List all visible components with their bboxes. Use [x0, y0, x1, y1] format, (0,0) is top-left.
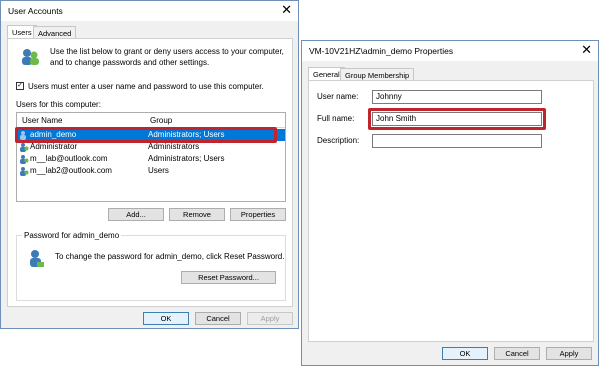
user-name: m__lab@outlook.com [30, 154, 108, 163]
column-header-username[interactable]: User Name [22, 116, 62, 125]
properties-window: VM-10V21HZ\admin_demo Properties ✕ Gener… [301, 40, 599, 366]
user-name: m__lab2@outlook.com [30, 166, 112, 175]
users-icon [22, 49, 39, 65]
user-group: Users [148, 166, 169, 175]
cancel-button[interactable]: Cancel [195, 312, 241, 325]
user-name: admin_demo [30, 130, 77, 139]
user-icon [20, 155, 29, 164]
close-icon[interactable]: ✕ [581, 43, 592, 57]
user-accounts-window: User Accounts ✕ Users Advanced Use the l… [0, 0, 299, 329]
apply-button[interactable]: Apply [247, 312, 293, 325]
title-bar: User Accounts ✕ [1, 1, 298, 21]
ok-button[interactable]: OK [143, 312, 189, 325]
cancel-button[interactable]: Cancel [494, 347, 540, 360]
window-title: User Accounts [8, 6, 63, 16]
user-icon [20, 143, 29, 152]
close-icon[interactable]: ✕ [281, 3, 292, 17]
ok-button[interactable]: OK [442, 347, 488, 360]
description-line-2: and to change passwords and other settin… [50, 58, 210, 67]
description-label: Description: [317, 136, 360, 145]
username-field[interactable]: Johnny [372, 90, 542, 104]
users-list-label: Users for this computer: [16, 100, 101, 109]
user-icon [20, 131, 26, 140]
description-field[interactable] [372, 134, 542, 148]
user-group: Administrators [148, 142, 200, 151]
table-row[interactable]: Administrator Administrators [17, 141, 285, 153]
user-key-icon [30, 250, 44, 267]
require-password-label: Users must enter a user name and passwor… [28, 82, 264, 91]
users-tab-panel: Use the list below to grant or deny user… [7, 38, 293, 307]
fullname-field[interactable]: John Smith [372, 112, 542, 126]
username-label: User name: [317, 92, 359, 101]
header-divider [17, 127, 285, 128]
password-instructions: To change the password for admin_demo, c… [55, 252, 285, 261]
description-line-1: Use the list below to grant or deny user… [50, 47, 284, 56]
table-row[interactable]: m__lab2@outlook.com Users [17, 165, 285, 177]
user-group: Administrators; Users [148, 154, 225, 163]
properties-button[interactable]: Properties [230, 208, 286, 221]
table-row[interactable]: admin_demo Administrators; Users [17, 129, 285, 141]
title-bar: VM-10V21HZ\admin_demo Properties ✕ [302, 41, 598, 61]
reset-password-button[interactable]: Reset Password... [181, 271, 276, 284]
user-icon [20, 167, 29, 176]
window-title: VM-10V21HZ\admin_demo Properties [309, 46, 454, 56]
fullname-label: Full name: [317, 114, 355, 123]
require-password-checkbox[interactable]: ✓ [16, 82, 24, 90]
apply-button[interactable]: Apply [546, 347, 592, 360]
column-header-group[interactable]: Group [150, 116, 172, 125]
general-tab-panel: User name: Johnny Full name: John Smith … [308, 80, 594, 342]
password-group-label: Password for admin_demo [22, 231, 122, 240]
password-group: Password for admin_demo To change the pa… [16, 231, 286, 301]
user-group: Administrators; Users [148, 130, 225, 139]
user-name: Administrator [30, 142, 78, 151]
remove-user-button[interactable]: Remove [169, 208, 225, 221]
add-user-button[interactable]: Add... [108, 208, 164, 221]
table-row[interactable]: m__lab@outlook.com Administrators; Users [17, 153, 285, 165]
users-list[interactable]: User Name Group admin_demo Administrator… [16, 112, 286, 202]
